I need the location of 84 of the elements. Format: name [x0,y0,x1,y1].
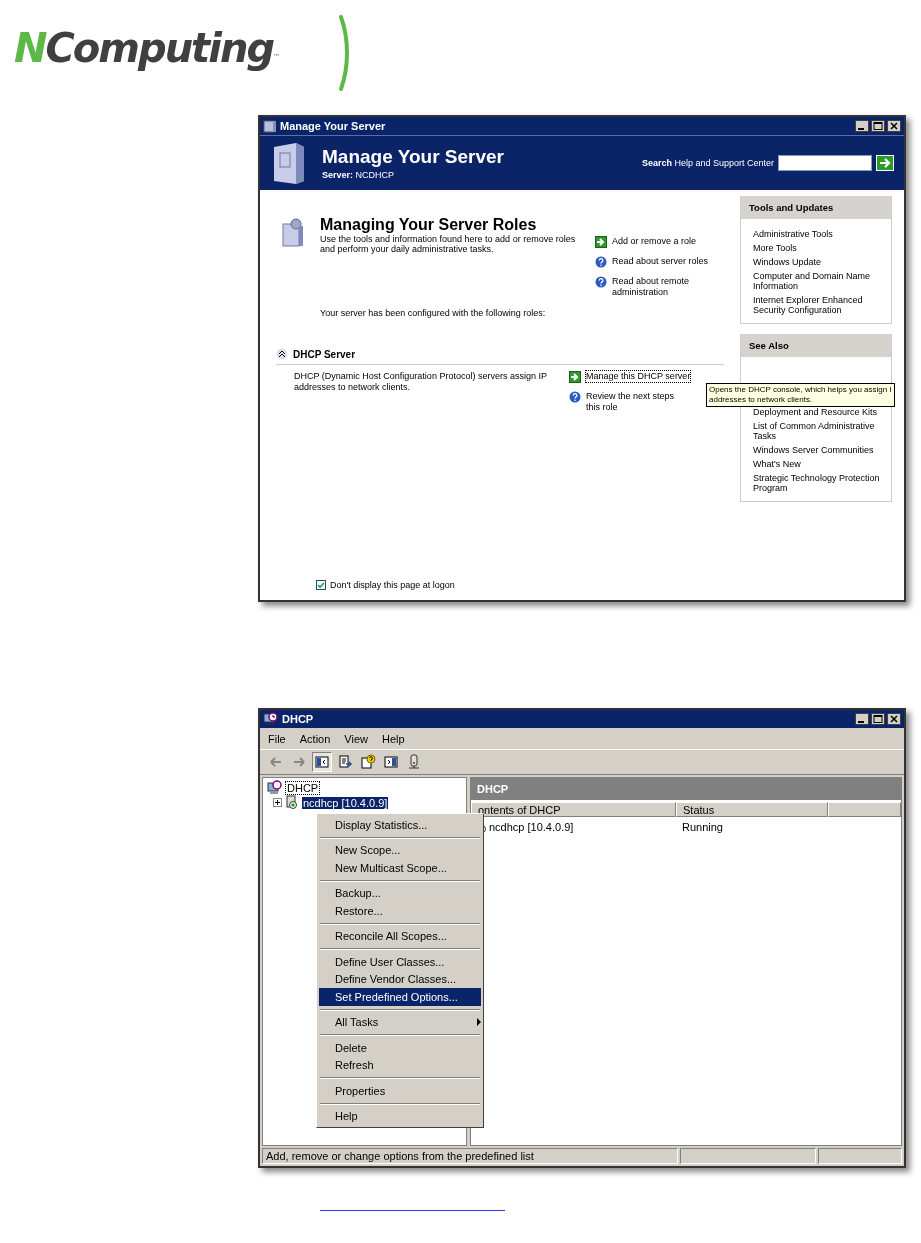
server-icon [406,754,422,770]
toolbar-button[interactable] [312,752,332,772]
sidebar-link[interactable]: Computer and Domain Name Information [753,271,883,291]
menu-item[interactable]: Restore... [319,902,481,920]
roles-text: Your server has been configured with the following roles: [320,308,547,318]
search-field[interactable] [778,155,872,171]
menu-item[interactable]: Reconcile All Scopes... [319,927,481,945]
menu-item[interactable]: Help [319,1107,481,1125]
server-icon [263,119,277,133]
role-description: DHCP (Dynamic Host Configuration Protocol) servers assign IP addresses to network clients. [294,371,548,394]
table-cell-text: Running [681,820,724,835]
menu-item[interactable]: Define Vendor Classes... [319,970,481,988]
window-title: Manage Your Server [280,120,387,132]
tooltip: Opens the DHCP console, which helps you assign I addresses to network clients. [706,383,895,407]
pane-title: DHCP [471,778,901,800]
sidebar-link[interactable]: Strategic Technology Protection Program [753,473,883,493]
dhcp-icon [267,780,283,795]
help-icon [569,391,581,403]
sidebar-link[interactable]: Internet Explorer Enhanced Security Configuration [753,295,883,315]
clock-monitor-icon [263,712,279,726]
export-list-icon [337,754,353,770]
help-icon [360,754,376,770]
maximize-icon[interactable] [871,713,885,725]
menu-item[interactable]: New Multicast Scope... [319,859,481,877]
toolbar-button[interactable] [358,752,378,772]
table-cell: ncdhcp [10.4.0.9] [489,821,574,833]
minimize-icon[interactable] [855,120,869,132]
sidebar-link[interactable]: More Tools [753,243,883,253]
column-header[interactable] [828,802,901,817]
task-link[interactable]: Add or remove a role [612,236,697,247]
collapse-icon[interactable] [276,348,288,360]
help-icon [595,276,607,288]
panel-heading: Tools and Updates [741,196,891,219]
sidebar-link[interactable]: Administrative Tools [753,229,883,239]
menu-item[interactable]: New Scope... [319,841,481,859]
sidebar-link[interactable]: What's New [753,459,883,469]
submenu-arrow-icon [477,1018,481,1027]
sidebar-link[interactable]: List of Common Administrative Tasks [753,421,883,441]
sidebar-link[interactable]: Windows Update [753,257,883,267]
help-link[interactable]: Read about remote administration [612,276,730,298]
menu-item[interactable]: Display Statistics... [319,816,481,834]
menu-item[interactable]: Action [295,732,335,746]
page-title: Manage Your Server [322,146,505,168]
menu-item[interactable]: Delete [319,1039,481,1057]
panel-heading: See Also [741,334,891,357]
window-title: DHCP [282,713,315,725]
action-pane-icon [383,754,399,770]
close-icon[interactable] [887,120,901,132]
arrow-icon [595,236,607,248]
help-link[interactable]: Read about server roles [612,256,709,267]
menu-item[interactable]: All Tasks [319,1013,481,1031]
menu-item[interactable]: Backup... [319,884,481,902]
tree-item[interactable]: ncdhcp [10.4.0.9] [302,796,389,809]
tree-pane-icon [314,754,330,770]
arrow-icon [569,371,581,383]
search-label: Search Help and Support Center [641,158,774,168]
column-header[interactable]: ontents of DHCP [471,802,676,817]
role-name: DHCP Server [293,348,356,360]
help-icon [595,256,607,268]
status-text: Add, remove or change options from the predefined list [262,1148,678,1164]
server-node-icon [285,795,299,810]
column-header[interactable]: Status [676,802,828,817]
go-arrow-icon[interactable] [876,155,894,171]
close-icon[interactable] [887,713,901,725]
menu-item[interactable]: Refresh [319,1056,481,1074]
menu-item[interactable]: Set Predefined Options... [319,988,481,1006]
menu-item[interactable]: Define User Classes... [319,953,481,971]
sidebar-link[interactable]: Windows Server Communities [753,445,883,455]
intro-text: Use the tools and information found here to add or remove roles and perform your daily administrative tasks. [320,234,577,254]
checkbox[interactable] [316,580,326,590]
tree-item[interactable]: DHCP [286,781,320,794]
section-heading: Managing Your Server Roles [320,216,538,234]
sidebar-link[interactable]: Deployment and Resource Kits [753,407,883,417]
menu-item[interactable]: File [264,732,290,746]
help-link[interactable]: Review the next steps this role [586,391,675,413]
task-link[interactable]: Manage this DHCP server [586,371,691,382]
checkbox-label: Don't display this page at logon [330,580,455,590]
minimize-icon[interactable] [855,713,869,725]
menu-item[interactable]: Properties [319,1082,481,1100]
menu-item[interactable]: Help [377,732,409,746]
expand-icon[interactable] [273,798,282,807]
maximize-icon[interactable] [871,120,885,132]
server-name: Server: NCDHCP [322,170,396,180]
menu-item[interactable]: View [340,732,372,746]
